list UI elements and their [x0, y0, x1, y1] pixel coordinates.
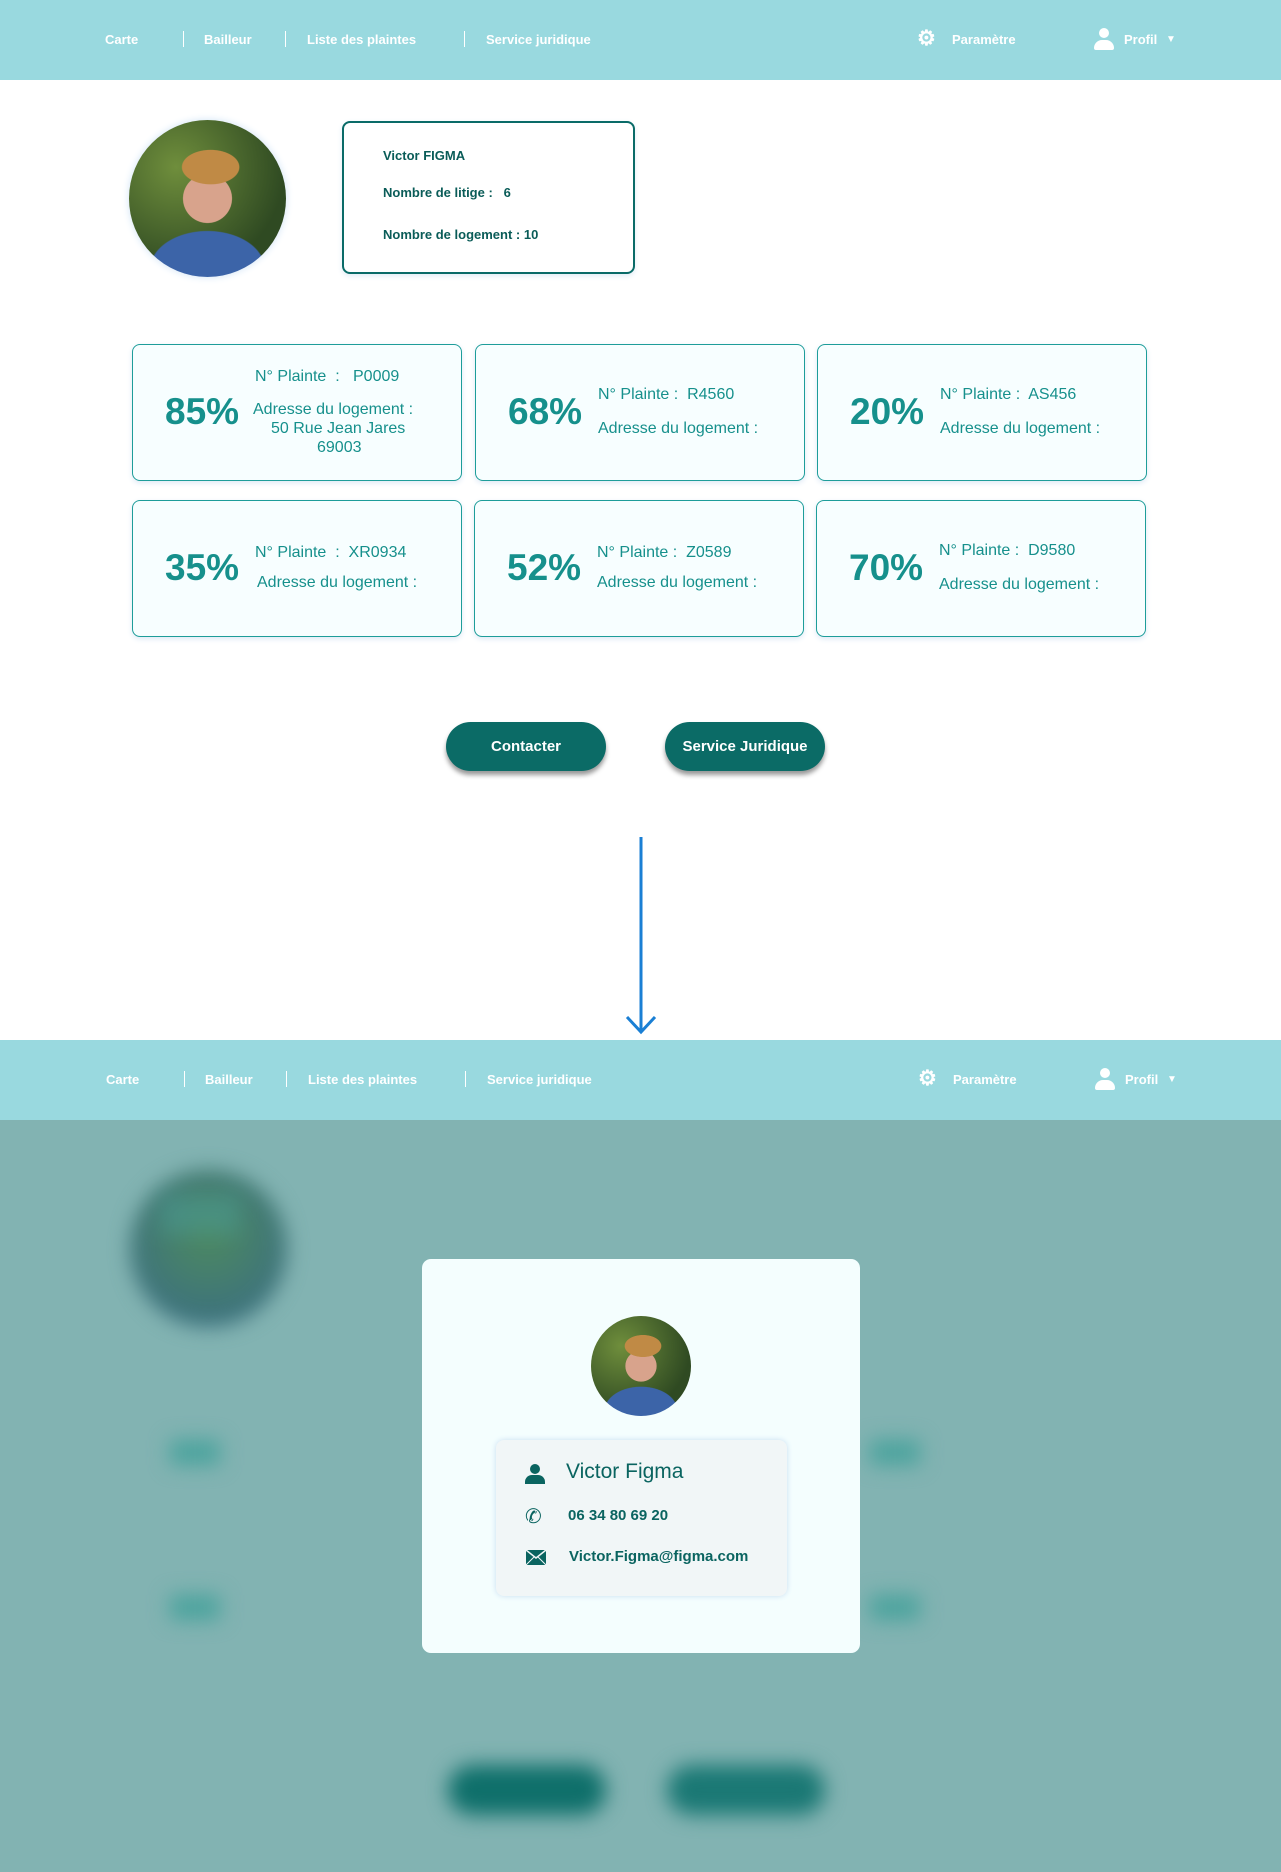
complaint-percent: 70%	[849, 547, 924, 588]
complaint-card[interactable]: 52% N° Plainte : Z0589 Adresse du logeme…	[474, 500, 804, 637]
blurred-card	[170, 1440, 220, 1465]
nav-service-juridique[interactable]: Service juridique	[487, 1072, 592, 1087]
gear-icon[interactable]: ⚙	[918, 1068, 938, 1089]
profile-info-box: Victor FIGMA Nombre de litige : 6 Nombre…	[342, 121, 635, 274]
divider	[183, 31, 184, 47]
complaint-percent: 35%	[165, 547, 240, 588]
complaint-card[interactable]: 35% N° Plainte : XR0934 Adresse du logem…	[132, 500, 462, 637]
caret-down-icon[interactable]: ▼	[1167, 1074, 1177, 1085]
blurred-card	[170, 1595, 220, 1620]
blurred-card	[160, 1195, 240, 1235]
complaint-address-label: Adresse du logement :	[939, 576, 1100, 593]
top-nav-modal-state: Carte Bailleur Liste des plaintes Servic…	[0, 1040, 1281, 1120]
complaint-id: N° Plainte : XR0934	[255, 544, 407, 561]
nav-liste-plaintes[interactable]: Liste des plaintes	[307, 32, 416, 47]
complaint-address-label: Adresse du logement :	[598, 420, 759, 437]
complaint-card[interactable]: 68% N° Plainte : R4560 Adresse du logeme…	[475, 344, 805, 481]
complaint-id: N° Plainte : D9580	[939, 542, 1076, 559]
divider	[184, 1071, 185, 1087]
contact-details-card: Victor Figma ✆ 06 34 80 69 20 Victor.Fig…	[496, 1440, 787, 1596]
complaint-card[interactable]: 20% N° Plainte : AS456 Adresse du logeme…	[817, 344, 1147, 481]
nav-profil[interactable]: Profil	[1124, 32, 1157, 47]
divider	[286, 1071, 287, 1087]
legal-service-button[interactable]: Service Juridique	[665, 722, 825, 771]
complaint-address-label: Adresse du logement :	[253, 401, 414, 418]
profile-name: Victor FIGMA	[383, 148, 466, 163]
top-nav: Carte Bailleur Liste des plaintes Servic…	[0, 0, 1281, 80]
blurred-card	[870, 1595, 920, 1620]
complaint-id: N° Plainte : Z0589	[597, 544, 732, 561]
contact-phone[interactable]: 06 34 80 69 20	[568, 1507, 668, 1524]
logement-count: Nombre de logement : 10	[383, 227, 539, 242]
blurred-card	[870, 1440, 920, 1465]
nav-parametre[interactable]: Paramètre	[952, 32, 1016, 47]
blurred-button	[667, 1765, 825, 1815]
avatar	[129, 120, 286, 277]
contact-email[interactable]: Victor.Figma@figma.com	[569, 1548, 748, 1565]
divider	[464, 31, 465, 47]
envelope-icon	[526, 1550, 546, 1565]
nav-carte[interactable]: Carte	[106, 1072, 139, 1087]
user-icon	[525, 1464, 545, 1484]
complaint-address-label: Adresse du logement :	[597, 574, 758, 591]
nav-liste-plaintes[interactable]: Liste des plaintes	[308, 1072, 417, 1087]
complaint-percent: 85%	[165, 391, 240, 432]
nav-parametre[interactable]: Paramètre	[953, 1072, 1017, 1087]
complaint-percent: 20%	[850, 391, 925, 432]
nav-service-juridique[interactable]: Service juridique	[486, 32, 591, 47]
divider	[465, 1071, 466, 1087]
caret-down-icon[interactable]: ▼	[1166, 34, 1176, 45]
nav-carte[interactable]: Carte	[105, 32, 138, 47]
contact-name: Victor Figma	[566, 1460, 684, 1483]
nav-bailleur[interactable]: Bailleur	[205, 1072, 253, 1087]
arrow-down-icon	[625, 837, 657, 1035]
nav-bailleur[interactable]: Bailleur	[204, 32, 252, 47]
complaint-card[interactable]: 70% N° Plainte : D9580 Adresse du logeme…	[816, 500, 1146, 637]
complaint-percent: 52%	[507, 547, 582, 588]
complaint-id: N° Plainte : R4560	[598, 386, 735, 403]
user-icon[interactable]	[1095, 1068, 1115, 1090]
complaint-id: N° Plainte : P0009	[255, 368, 400, 385]
user-icon[interactable]	[1094, 28, 1114, 50]
complaint-postcode: 69003	[317, 439, 362, 456]
complaint-address-label: Adresse du logement :	[257, 574, 418, 591]
contact-button[interactable]: Contacter	[446, 722, 606, 771]
complaint-address: 50 Rue Jean Jares	[271, 420, 406, 437]
nav-profil[interactable]: Profil	[1125, 1072, 1158, 1087]
contact-modal: Victor Figma ✆ 06 34 80 69 20 Victor.Fig…	[422, 1259, 860, 1653]
complaint-address-label: Adresse du logement :	[940, 420, 1101, 437]
complaint-id: N° Plainte : AS456	[940, 386, 1077, 403]
phone-icon: ✆	[525, 1506, 542, 1528]
litige-count: Nombre de litige : 6	[383, 185, 511, 200]
complaint-card[interactable]: 85% N° Plainte : P0009 Adresse du logeme…	[132, 344, 462, 481]
gear-icon[interactable]: ⚙	[917, 28, 937, 49]
complaint-percent: 68%	[508, 391, 583, 432]
blurred-avatar	[130, 1170, 287, 1327]
divider	[285, 31, 286, 47]
modal-avatar	[591, 1316, 691, 1416]
blurred-button	[448, 1765, 606, 1815]
